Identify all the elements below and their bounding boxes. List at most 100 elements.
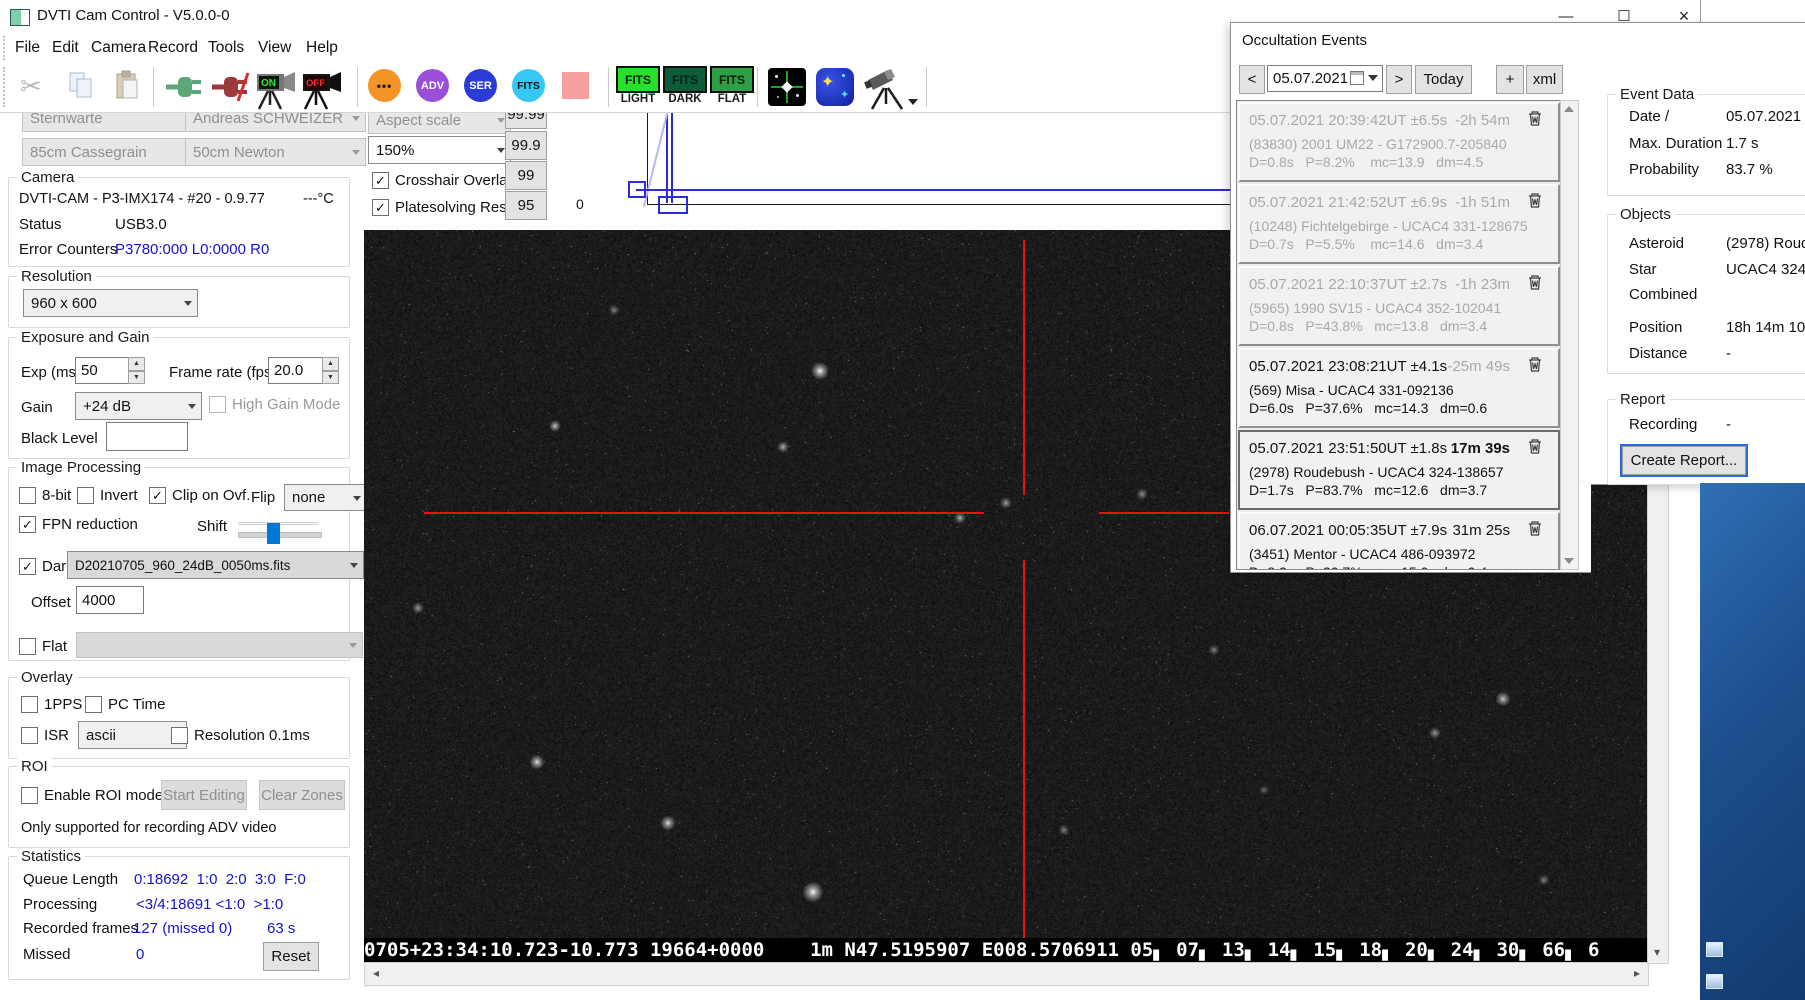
platesolve-icon[interactable] <box>768 68 806 106</box>
desktop-icon[interactable] <box>1706 942 1723 957</box>
scroll-up-icon[interactable] <box>1564 106 1574 112</box>
clip-checkbox[interactable]: Clip on Ovf. <box>149 487 250 504</box>
camera-off-icon[interactable]: OFF <box>302 68 344 110</box>
histogram-range-box[interactable] <box>658 196 688 214</box>
resolution01ms-checkbox[interactable]: Resolution 0.1ms <box>171 727 310 744</box>
exp-input[interactable]: 50 <box>75 357 135 384</box>
exp-spinner[interactable]: ▲▼ <box>128 357 145 384</box>
exposure-group: Exposure and Gain Exp (ms) 50 ▲▼ Frame r… <box>8 337 350 459</box>
copy-icon[interactable] <box>68 71 96 101</box>
fps-spinner[interactable]: ▲▼ <box>322 357 339 384</box>
prev-day-button[interactable]: < <box>1239 65 1265 94</box>
invert-checkbox[interactable]: Invert <box>77 487 138 504</box>
trash-icon[interactable] <box>1528 356 1542 376</box>
percentile-95-button[interactable]: 95 <box>505 191 547 220</box>
shift-slider-handle[interactable] <box>267 523 280 544</box>
menu-help[interactable]: Help <box>306 39 338 57</box>
flip-select[interactable]: none <box>284 484 367 511</box>
connect-icon[interactable] <box>166 73 206 101</box>
menu-camera[interactable]: Camera <box>91 39 146 57</box>
add-event-button[interactable]: + <box>1496 65 1524 94</box>
trash-icon[interactable] <box>1528 438 1542 458</box>
fits-record-icon[interactable]: FITS <box>512 69 545 102</box>
camera-errors-value: P3780:000 L0:0000 R0 <box>115 241 269 258</box>
trash-icon[interactable] <box>1528 520 1542 540</box>
black-level-input[interactable] <box>106 422 188 451</box>
menu-edit[interactable]: Edit <box>52 39 79 57</box>
horizontal-scrollbar[interactable]: ◂ ▸ <box>364 962 1649 986</box>
menu-record[interactable]: Record <box>148 39 198 57</box>
1pps-checkbox[interactable]: 1PPS <box>21 696 82 713</box>
telescope2-select[interactable]: 50cm Newton <box>185 138 366 166</box>
roi-group: ROI Enable ROI mode Start Editing Clear … <box>8 766 350 848</box>
high-gain-checkbox[interactable]: High Gain Mode <box>209 396 340 413</box>
event-row[interactable]: 06.07.2021 00:05:35UT ±7.9s31m 25s(3451)… <box>1238 512 1560 570</box>
platesolving-result-checkbox[interactable]: Platesolving Result <box>372 199 523 216</box>
menu-file[interactable]: File <box>15 39 40 57</box>
missed-label: Missed <box>23 946 71 963</box>
paste-icon[interactable] <box>114 70 142 102</box>
stop-icon[interactable] <box>562 72 589 99</box>
rec-options-icon[interactable]: ••• <box>368 69 401 102</box>
cut-icon[interactable]: ✂ <box>20 71 42 102</box>
shift-slider-track[interactable] <box>238 532 322 538</box>
toolbar-overflow-caret[interactable] <box>908 99 918 105</box>
create-report-button[interactable]: Create Report... <box>1622 446 1746 475</box>
desktop-icon[interactable] <box>1706 974 1723 989</box>
menu-tools[interactable]: Tools <box>208 39 244 57</box>
event-row[interactable]: 05.07.2021 20:39:42UT ±6.5s-2h 54m(83830… <box>1238 102 1560 182</box>
telescope1-select[interactable]: 85cm Cassegrain <box>22 138 199 166</box>
adv-record-icon[interactable]: ADV <box>416 69 449 102</box>
night-sky-icon[interactable]: ✦ ✦ <box>816 68 854 106</box>
menu-view[interactable]: View <box>258 39 291 57</box>
gain-select[interactable]: +24 dB <box>75 392 202 420</box>
histogram-level-line[interactable] <box>636 189 1240 191</box>
event-row[interactable]: 05.07.2021 23:51:50UT ±1.8s17m 39s(2978)… <box>1238 430 1560 510</box>
date-dropdown-caret[interactable] <box>1368 75 1378 81</box>
camera-status-value: USB3.0 <box>115 216 167 233</box>
percentile-999-button[interactable]: 99.9 <box>505 131 547 160</box>
pctime-checkbox[interactable]: PC Time <box>85 696 166 713</box>
offset-input[interactable]: 4000 <box>76 586 144 614</box>
fits-light-button[interactable]: FITS LIGHT <box>616 66 660 108</box>
ser-record-icon[interactable]: SER <box>464 69 497 102</box>
date-picker[interactable]: 05.07.2021 <box>1267 65 1383 92</box>
next-day-button[interactable]: > <box>1386 65 1412 94</box>
flat-checkbox[interactable]: Flat <box>19 638 67 655</box>
event-object: (2978) Roudebush - UCAC4 324-138657 <box>1249 464 1550 480</box>
event-row[interactable]: 05.07.2021 23:08:21UT ±4.1s-25m 49s(569)… <box>1238 348 1560 428</box>
event-row[interactable]: 05.07.2021 21:42:52UT ±6.9s-1h 51m(10248… <box>1238 184 1560 264</box>
fits-flat-button[interactable]: FITS FLAT <box>710 66 754 108</box>
camera-on-icon[interactable]: ON <box>256 68 298 110</box>
resolution-select[interactable]: 960 x 600 <box>23 289 198 317</box>
today-button[interactable]: Today <box>1415 65 1472 94</box>
roi-enable-checkbox[interactable]: Enable ROI mode <box>21 787 163 804</box>
8bit-checkbox[interactable]: 8-bit <box>19 487 71 504</box>
calendar-icon[interactable] <box>1350 71 1364 85</box>
event-row[interactable]: 05.07.2021 22:10:37UT ±2.7s-1h 23m(5965)… <box>1238 266 1560 346</box>
flat-file-select[interactable] <box>76 632 363 658</box>
telescope-icon[interactable] <box>864 68 910 110</box>
trash-icon[interactable] <box>1528 192 1542 212</box>
disconnect-icon[interactable] <box>212 71 254 103</box>
event-list-scrollbar[interactable] <box>1560 100 1579 570</box>
percentile-99-button[interactable]: 99 <box>505 161 547 190</box>
crosshair-overlay-checkbox[interactable]: Crosshair Overlay <box>372 172 515 189</box>
dark-file-select[interactable]: D20210705_960_24dB_0050ms.fits <box>67 551 364 579</box>
xml-button[interactable]: xml <box>1526 65 1563 94</box>
dark-checkbox[interactable]: Dark <box>19 558 74 575</box>
trash-icon[interactable] <box>1528 274 1542 294</box>
trash-icon[interactable] <box>1528 110 1542 130</box>
start-editing-button[interactable]: Start Editing <box>161 780 247 810</box>
reset-button[interactable]: Reset <box>263 942 319 971</box>
zoom-select[interactable]: 150% <box>368 136 511 164</box>
scroll-down-icon[interactable] <box>1564 558 1574 564</box>
clear-zones-button[interactable]: Clear Zones <box>259 780 345 810</box>
event-countdown: -25m 49s <box>1447 358 1510 375</box>
event-object: (5965) 1990 SV15 - UCAC4 352-102041 <box>1249 300 1550 316</box>
histogram-level-handle[interactable] <box>628 181 646 198</box>
date-value: 05.07.2021 <box>1273 70 1348 87</box>
fits-dark-button[interactable]: FITS DARK <box>663 66 707 108</box>
isr-checkbox[interactable]: ISR <box>21 727 69 744</box>
fpn-checkbox[interactable]: FPN reduction <box>19 516 138 533</box>
